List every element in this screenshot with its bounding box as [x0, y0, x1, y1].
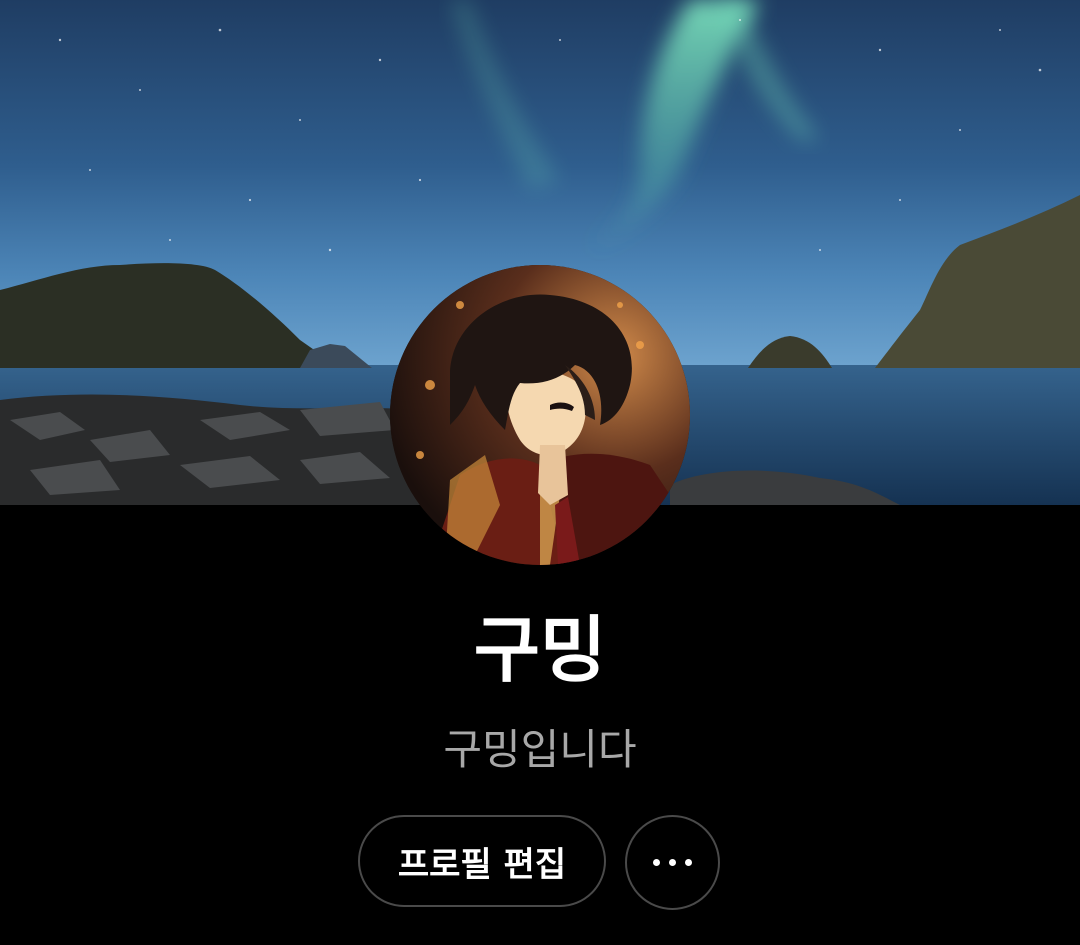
profile-page: 구밍 구밍입니다 프로필 편집 [0, 0, 1080, 945]
edit-profile-button[interactable]: 프로필 편집 [358, 815, 606, 907]
profile-bio: 구밍입니다 [443, 725, 637, 774]
ellipsis-icon [669, 859, 676, 866]
profile-name: 구밍 [473, 608, 607, 692]
ellipsis-icon [653, 859, 660, 866]
ellipsis-icon [685, 859, 692, 866]
edit-profile-label: 프로필 편집 [397, 844, 567, 885]
more-options-button[interactable] [625, 815, 720, 910]
profile-avatar[interactable] [390, 265, 690, 565]
